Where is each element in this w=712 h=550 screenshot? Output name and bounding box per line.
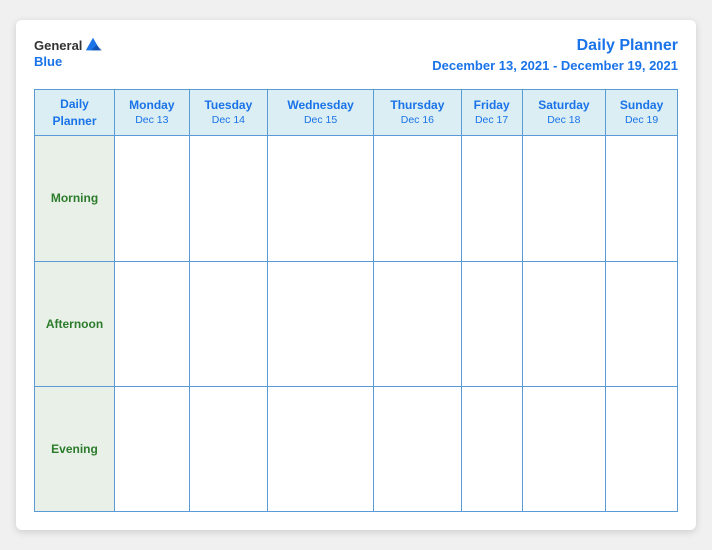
logo-general-text: General	[34, 38, 82, 53]
morning-tuesday[interactable]	[189, 136, 267, 261]
title-area: Daily Planner December 13, 2021 - Decemb…	[432, 36, 678, 75]
evening-monday[interactable]	[115, 386, 190, 511]
header-tuesday: Tuesday Dec 14	[189, 89, 267, 136]
afternoon-sunday[interactable]	[606, 261, 678, 386]
afternoon-wednesday[interactable]	[268, 261, 374, 386]
morning-saturday[interactable]	[522, 136, 606, 261]
afternoon-label: Afternoon	[35, 261, 115, 386]
evening-wednesday[interactable]	[268, 386, 374, 511]
header-friday: Friday Dec 17	[461, 89, 522, 136]
evening-label: Evening	[35, 386, 115, 511]
morning-wednesday[interactable]	[268, 136, 374, 261]
morning-friday[interactable]	[461, 136, 522, 261]
afternoon-row: Afternoon	[35, 261, 678, 386]
planner-container: General Blue Daily Planner December 13, …	[16, 20, 696, 530]
table-header-row: Daily Planner Monday Dec 13 Tuesday Dec …	[35, 89, 678, 136]
evening-thursday[interactable]	[374, 386, 462, 511]
calendar-table: Daily Planner Monday Dec 13 Tuesday Dec …	[34, 89, 678, 512]
general-blue-icon	[84, 36, 102, 54]
morning-sunday[interactable]	[606, 136, 678, 261]
morning-monday[interactable]	[115, 136, 190, 261]
header-sunday: Sunday Dec 19	[606, 89, 678, 136]
afternoon-friday[interactable]	[461, 261, 522, 386]
afternoon-monday[interactable]	[115, 261, 190, 386]
morning-row: Morning	[35, 136, 678, 261]
header-saturday: Saturday Dec 18	[522, 89, 606, 136]
evening-row: Evening	[35, 386, 678, 511]
morning-thursday[interactable]	[374, 136, 462, 261]
logo-area: General Blue	[34, 36, 102, 69]
evening-tuesday[interactable]	[189, 386, 267, 511]
afternoon-saturday[interactable]	[522, 261, 606, 386]
header-thursday: Thursday Dec 16	[374, 89, 462, 136]
morning-label: Morning	[35, 136, 115, 261]
evening-saturday[interactable]	[522, 386, 606, 511]
evening-friday[interactable]	[461, 386, 522, 511]
header: General Blue Daily Planner December 13, …	[34, 36, 678, 75]
logo-blue-text: Blue	[34, 54, 62, 69]
header-wednesday: Wednesday Dec 15	[268, 89, 374, 136]
evening-sunday[interactable]	[606, 386, 678, 511]
afternoon-tuesday[interactable]	[189, 261, 267, 386]
afternoon-thursday[interactable]	[374, 261, 462, 386]
date-range: December 13, 2021 - December 19, 2021	[432, 58, 678, 73]
planner-title: Daily Planner	[577, 37, 678, 54]
header-monday: Monday Dec 13	[115, 89, 190, 136]
header-daily-planner: Daily Planner	[35, 89, 115, 136]
